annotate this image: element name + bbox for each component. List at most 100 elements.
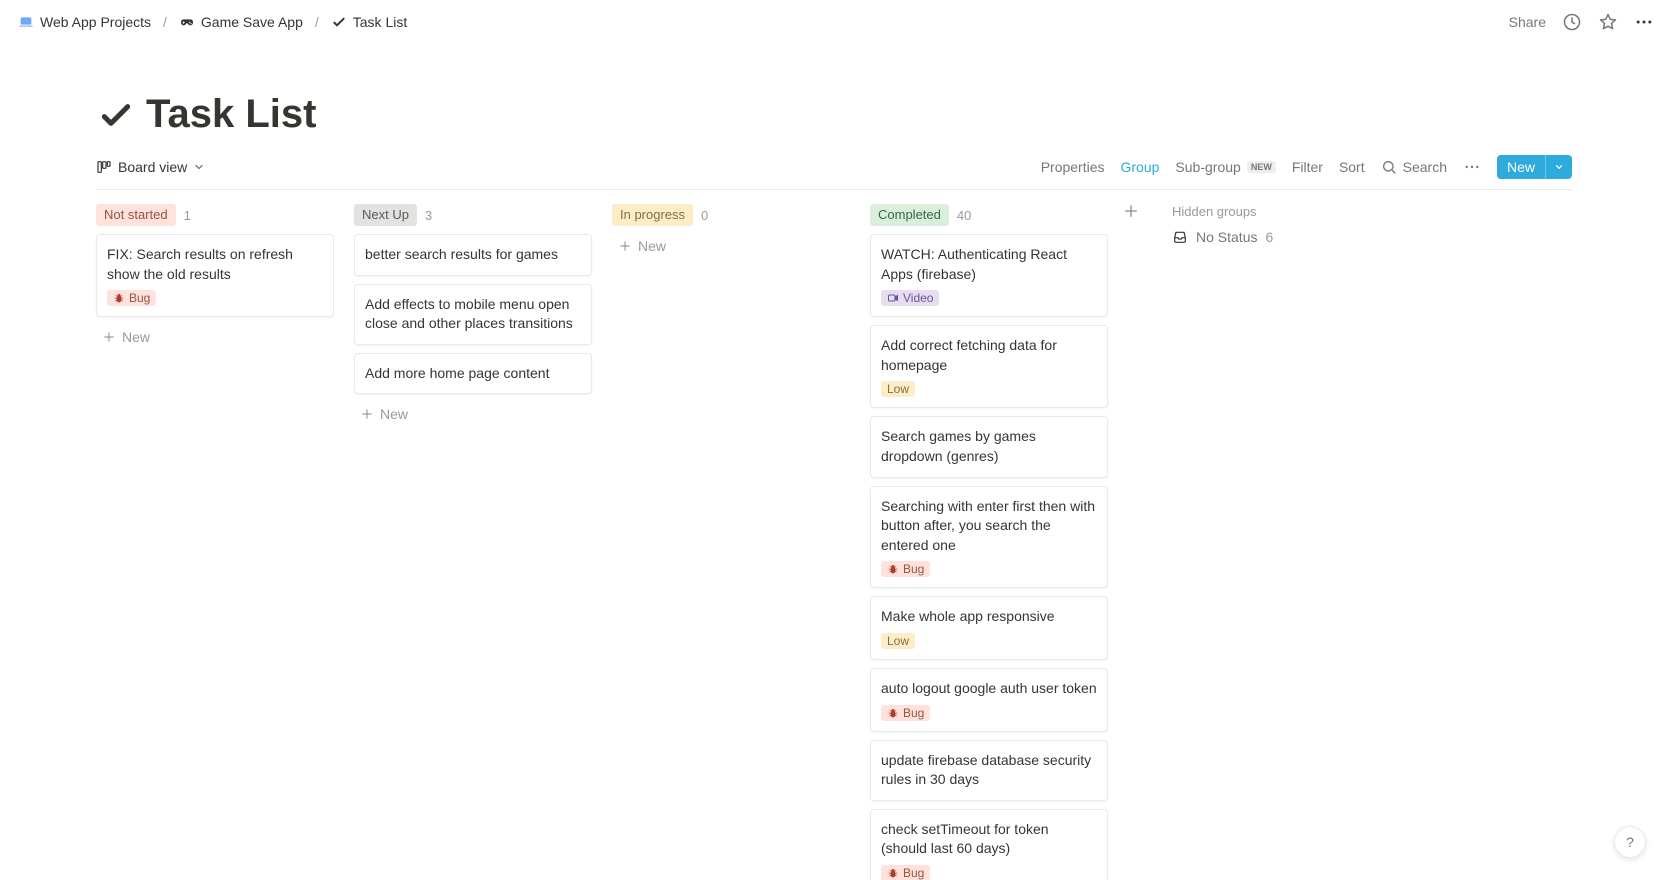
column-count: 1 <box>184 208 191 223</box>
subgroup-label: Sub-group <box>1175 159 1240 175</box>
new-button[interactable]: New <box>1497 155 1572 179</box>
card-title: Searching with enter first then with but… <box>881 497 1097 556</box>
column-header[interactable]: In progress0 <box>612 204 850 226</box>
topbar-actions: Share <box>1509 12 1654 32</box>
card-tags: Video <box>881 290 1097 306</box>
bug-icon <box>887 563 899 575</box>
breadcrumb-label: Web App Projects <box>40 14 151 30</box>
tag-bug: Bug <box>881 561 930 577</box>
breadcrumb-task-list[interactable]: Task List <box>327 12 411 32</box>
properties-button[interactable]: Properties <box>1041 159 1105 175</box>
search-button[interactable]: Search <box>1381 159 1447 175</box>
new-button-dropdown[interactable] <box>1545 155 1572 179</box>
plus-icon <box>618 239 632 253</box>
plus-icon <box>360 407 374 421</box>
sort-button[interactable]: Sort <box>1339 159 1365 175</box>
card-title: WATCH: Authenticating React Apps (fireba… <box>881 245 1097 284</box>
help-button[interactable]: ? <box>1614 826 1646 858</box>
card[interactable]: WATCH: Authenticating React Apps (fireba… <box>870 234 1108 317</box>
tag-low: Low <box>881 381 915 397</box>
view-options: Properties Group Sub-group NEW Filter So… <box>1041 155 1572 179</box>
page-content: Task List Board view Properties Group Su… <box>0 40 1668 880</box>
card[interactable]: check setTimeout for token (should last … <box>870 809 1108 880</box>
card[interactable]: auto logout google auth user token Bug <box>870 668 1108 732</box>
laptop-icon <box>18 14 34 30</box>
new-card-button[interactable]: New <box>354 402 592 426</box>
card-title: Add more home page content <box>365 364 581 384</box>
breadcrumb-game-save-app[interactable]: Game Save App <box>175 12 307 32</box>
video-icon <box>887 292 899 304</box>
hidden-groups-header: Hidden groups <box>1172 204 1332 219</box>
more-options-button[interactable] <box>1463 158 1481 176</box>
card-tags: Low <box>881 381 1097 397</box>
column-count: 3 <box>425 208 432 223</box>
new-label: New <box>122 329 150 345</box>
gamepad-icon <box>179 14 195 30</box>
card[interactable]: Search games by games dropdown (genres) <box>870 416 1108 477</box>
status-tag: In progress <box>612 204 693 226</box>
tag-bug: Bug <box>881 865 930 880</box>
search-label: Search <box>1403 159 1447 175</box>
bug-icon <box>887 867 899 879</box>
search-icon <box>1381 159 1397 175</box>
clock-icon[interactable] <box>1562 12 1582 32</box>
breadcrumb-separator: / <box>163 14 167 30</box>
add-column-button[interactable] <box>1122 202 1152 220</box>
new-card-button[interactable]: New <box>96 325 334 349</box>
card-tags: Bug <box>881 561 1097 577</box>
card[interactable]: better search results for games <box>354 234 592 276</box>
plus-icon <box>102 330 116 344</box>
card-title: FIX: Search results on refresh show the … <box>107 245 323 284</box>
tag-bug: Bug <box>107 290 156 306</box>
breadcrumb-web-app-projects[interactable]: Web App Projects <box>14 12 155 32</box>
column-header[interactable]: Next Up 3 <box>354 204 592 226</box>
view-name: Board view <box>118 159 187 175</box>
status-tag: Next Up <box>354 204 417 226</box>
column-not-started: Not started1 FIX: Search results on refre… <box>96 204 334 349</box>
column-in-progress: In progress0 New <box>612 204 850 258</box>
hidden-groups: Hidden groups No Status6 <box>1172 204 1332 245</box>
subgroup-button[interactable]: Sub-group NEW <box>1175 159 1275 175</box>
card-title: auto logout google auth user token <box>881 679 1097 699</box>
star-icon[interactable] <box>1598 12 1618 32</box>
view-selector[interactable]: Board view <box>96 159 205 175</box>
board-icon <box>96 159 112 175</box>
column-next-up: Next Up 3 better search results for games A… <box>354 204 592 426</box>
card[interactable]: Add effects to mobile menu open close an… <box>354 284 592 345</box>
chevron-down-icon <box>193 161 205 173</box>
board: Not started1 FIX: Search results on refre… <box>96 204 1572 880</box>
chevron-down-icon <box>1554 162 1564 172</box>
card[interactable]: Add correct fetching data for homepage Lo… <box>870 325 1108 408</box>
new-badge: NEW <box>1247 161 1276 173</box>
card[interactable]: FIX: Search results on refresh show the … <box>96 234 334 317</box>
column-header[interactable]: Not started1 <box>96 204 334 226</box>
breadcrumb-label: Task List <box>353 14 407 30</box>
status-tag: Completed <box>870 204 949 226</box>
card-title: Add effects to mobile menu open close an… <box>365 295 581 334</box>
card[interactable]: Searching with enter first then with but… <box>870 486 1108 589</box>
card-title: Search games by games dropdown (genres) <box>881 427 1097 466</box>
column-header[interactable]: Completed40 <box>870 204 1108 226</box>
tag-bug: Bug <box>881 705 930 721</box>
page-title[interactable]: Task List <box>96 92 1572 137</box>
hidden-group-item[interactable]: No Status6 <box>1172 229 1332 245</box>
check-icon <box>96 95 136 135</box>
card-tags: Bug <box>881 705 1097 721</box>
card[interactable]: update firebase database security rules … <box>870 740 1108 801</box>
filter-button[interactable]: Filter <box>1292 159 1323 175</box>
card-title: update firebase database security rules … <box>881 751 1097 790</box>
card-title: better search results for games <box>365 245 581 265</box>
group-button[interactable]: Group <box>1121 159 1160 175</box>
card-title: Add correct fetching data for homepage <box>881 336 1097 375</box>
share-button[interactable]: Share <box>1509 14 1546 30</box>
card[interactable]: Add more home page content <box>354 353 592 395</box>
column-completed: Completed40 WATCH: Authenticating React A… <box>870 204 1108 880</box>
more-icon[interactable] <box>1634 12 1654 32</box>
card-title: Make whole app responsive <box>881 607 1097 627</box>
card[interactable]: Make whole app responsiveLow <box>870 596 1108 660</box>
page-title-text: Task List <box>146 92 316 137</box>
card-title: check setTimeout for token (should last … <box>881 820 1097 859</box>
new-button-label: New <box>1497 155 1545 179</box>
more-icon <box>1463 158 1481 176</box>
new-card-button[interactable]: New <box>612 234 850 258</box>
